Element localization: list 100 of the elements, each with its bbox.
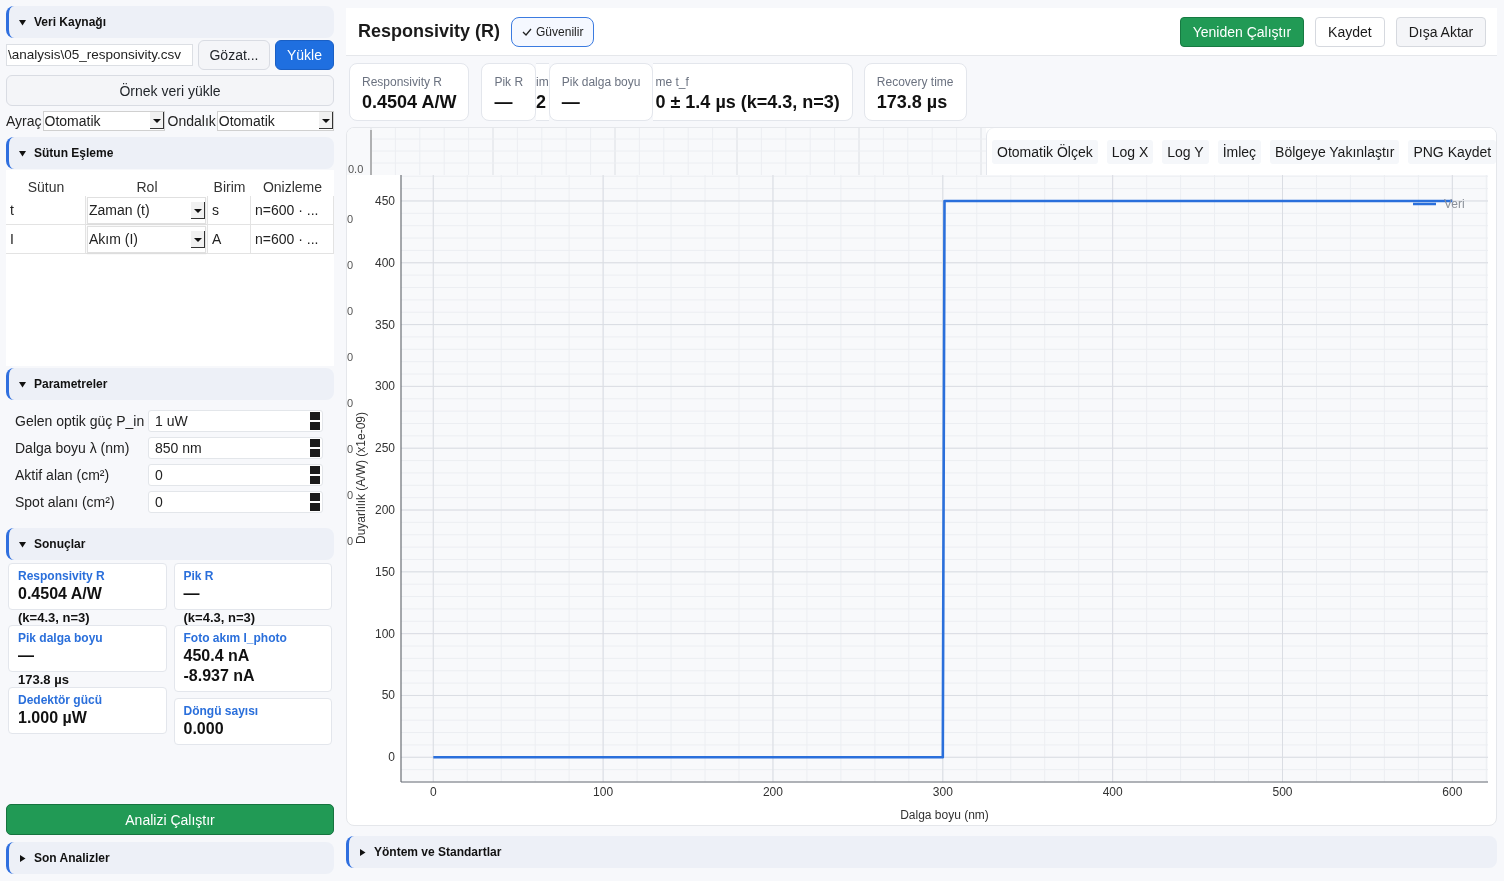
result-value: (k=4.3, n=3) [17,610,91,625]
stepper-icon[interactable] [310,439,320,457]
column-header: Rol [135,178,159,196]
section-header[interactable]: Sütun Eşleme [6,137,334,169]
number-field[interactable]: 850 nm [148,437,323,459]
x-tick-label: 600 [1442,785,1463,799]
section-header[interactable]: Son Analizler [6,842,334,874]
background-axis-label: 0 [347,350,354,364]
sample-data-button[interactable]: Örnek veri yükle [6,75,334,106]
metric-value: 2 [536,91,548,114]
stepper-icon[interactable] [310,493,320,511]
chart-tool-button[interactable]: Log X [1106,139,1154,164]
role-select[interactable]: Akım (I) [87,225,206,253]
decimal-label: Ondalık [167,112,216,129]
result-value: 450.4 nA [183,646,251,666]
y-tick-label: 450 [374,193,395,208]
number-field[interactable]: 0 [148,464,323,486]
background-axis-label: 0 [347,534,354,548]
chart-tool-button[interactable]: PNG Kaydet [1408,139,1497,164]
result-detail: -8.937 nA [183,666,256,686]
x-tick-label: 500 [1272,785,1293,799]
y-tick-label: 0 [388,750,395,765]
result-label: Foto akım I_photo [183,631,288,646]
result-label: Pik R [183,569,215,584]
y-tick-label: 250 [374,441,395,456]
y-tick-label: 350 [374,317,395,332]
result-label: Döngü sayısı [183,704,260,719]
check-icon [522,27,533,36]
background-axis-label: 0.0 [348,163,364,175]
x-tick-label: 100 [593,785,614,799]
result-value: 0.4504 A/W [18,584,103,604]
background-axis-label: 0 [347,442,354,456]
separator-label: Ayraç [6,112,42,129]
table-cell: I [10,231,14,247]
toolbar-button[interactable]: Kaydet [1315,16,1385,47]
background-axis-label: 0 [347,396,354,410]
chart-tool-button[interactable]: Otomatik Ölçek [992,139,1098,164]
background-axis-label: 0 [347,258,354,272]
table-cell: n=600 · ... [255,231,319,247]
decimal-select[interactable]: Otomatik [216,110,334,131]
browse-button[interactable]: Gözat... [198,40,270,70]
result-value: 1.000 µW [18,708,88,728]
y-tick-label: 50 [381,688,395,703]
status-badge: Güvenilir [511,16,595,47]
parameter-label: Gelen optik güç P_in [15,413,146,429]
table-cell: A [212,231,222,247]
x-tick-label: 400 [1102,785,1123,799]
chart-tool-button[interactable]: Log Y [1162,139,1209,164]
metric-value: — [561,91,581,114]
page-title: Responsivity (R) [358,21,501,42]
metric-label: me t_f [655,74,690,90]
section-header[interactable]: Yöntem ve Standartlar [346,836,1498,868]
stepper-icon[interactable] [310,466,320,484]
stepper-icon[interactable] [310,412,320,430]
metric-label: im [536,74,549,90]
run-analysis-button[interactable]: Analizi Çalıştır [6,804,334,835]
x-tick-label: 0 [429,785,437,799]
result-value: — [183,584,201,604]
result-value: 173.8 µs [17,672,70,687]
y-tick-label: 150 [374,564,395,579]
y-tick-label: 200 [374,503,395,517]
toolbar-button[interactable]: Dışa Aktar [1395,16,1487,47]
metric-value: — [494,91,514,114]
chart-tool-button[interactable]: İmleç [1217,139,1262,164]
y-axis-title: Duyarlılık (A/W) (x1e-09) [354,412,368,544]
table-cell: s [212,202,219,218]
section-header[interactable]: Parametreler [6,368,334,400]
metric-label: Recovery time [876,74,954,90]
section-header[interactable]: Sonuçlar [6,528,334,560]
x-axis-title: Dalga boyu (nm) [900,808,989,822]
parameter-label: Dalga boyu λ (nm) [15,440,131,456]
separator-select[interactable]: Otomatik [42,110,165,131]
toolbar-button[interactable]: Yeniden Çalıştır [1179,16,1305,47]
number-field[interactable]: 1 uW [148,410,323,432]
y-tick-label: 400 [374,255,395,270]
file-path-field[interactable]: \analysis\05_responsivity.csv [6,44,193,66]
result-label: Pik dalga boyu [18,631,104,646]
metric-value: 173.8 µs [876,91,949,114]
legend-label: Veri [1444,197,1465,211]
table-cell: n=600 · ... [255,202,319,218]
chart-tool-button[interactable]: Bölgeye Yakınlaştır [1270,139,1400,164]
parameter-label: Aktif alan (cm²) [15,467,111,483]
role-select[interactable]: Zaman (t) [87,196,206,224]
column-header: Birim [212,178,247,196]
load-button[interactable]: Yükle [275,40,334,70]
column-header: Sütun [26,178,66,196]
number-field[interactable]: 0 [148,491,323,513]
x-tick-label: 300 [932,785,953,799]
background-axis-label: 0 [347,488,354,502]
metric-label: Pik dalga boyu [561,74,641,90]
result-value: (k=4.3, n=3) [182,610,257,625]
parameter-label: Spot alanı (cm²) [15,494,116,510]
table-cell: t [10,202,14,218]
metric-value: 0 ± 1.4 µs (k=4.3, n=3) [655,91,840,114]
section-header[interactable]: Veri Kaynağı [6,6,334,38]
background-axis-label: 0 [347,212,354,226]
result-label: Dedektör gücü [18,693,103,708]
result-value: — [18,646,35,666]
result-label: Responsivity R [18,569,106,584]
metric-label: Pik R [494,74,524,90]
